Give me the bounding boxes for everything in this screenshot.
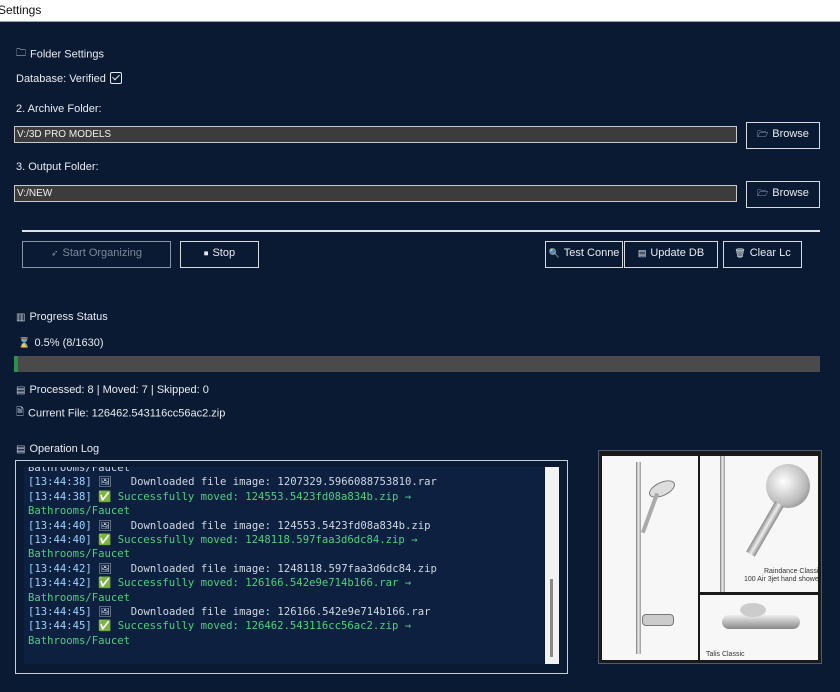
preview-panel-shower: Raindance Classi 100 Air 3jet hand showe [700, 456, 819, 592]
log-message: ✅ Successfully moved: 126462.543116cc56a… [91, 620, 412, 633]
log-lines: Bathrooms/Faucet [13:44:38] 🖼 Downloaded … [28, 467, 437, 648]
stop-button[interactable]: ⏹ Stop [180, 241, 259, 268]
folder-open-icon: 🗁 [757, 129, 769, 139]
log-line: [13:44:42] 🖼 Downloaded file image: 1248… [28, 562, 437, 576]
progress-percent: ⌛ 0.5% (8/1630) [18, 337, 104, 349]
operation-log-text[interactable]: Bathrooms/Faucet [13:44:38] 🖼 Downloaded … [24, 467, 544, 664]
title-bar: Settings [0, 0, 840, 22]
log-message: Bathrooms/Faucet [28, 634, 131, 647]
log-scrollbar-thumb[interactable] [550, 579, 553, 657]
operation-log-panel: Bathrooms/Faucet [13:44:38] 🖼 Downloaded … [15, 460, 568, 674]
stats-icon: ▤ [16, 384, 26, 396]
log-message: 🖼 Downloaded file image: 1248118.597faa3… [91, 562, 437, 575]
log-line: [13:44:40] ✅ Successfully moved: 1248118… [28, 533, 437, 547]
log-line: Bathrooms/Faucet [28, 634, 437, 648]
preview-caption-2: 100 Air 3jet hand showe [744, 576, 819, 583]
log-message: Bathrooms/Faucet [28, 467, 131, 474]
log-line: Bathrooms/Faucet [28, 591, 437, 605]
preview-caption-1: Raindance Classi [764, 568, 819, 575]
preview-caption-3: Talis Classic [706, 651, 745, 658]
log-line: [13:44:42] ✅ Successfully moved: 126166.… [28, 576, 437, 590]
separator [22, 230, 820, 232]
output-browse-button[interactable]: 🗁 Browse [746, 181, 820, 208]
hourglass-icon: ⌛ [18, 337, 31, 349]
progress-bar-fill [14, 356, 19, 372]
progress-counts: ▤ Processed: 8 | Moved: 7 | Skipped: 0 [16, 384, 209, 396]
log-message: ✅ Successfully moved: 126166.542e9e714b1… [91, 577, 412, 590]
log-message: Bathrooms/Faucet [28, 548, 131, 561]
log-message: Bathrooms/Faucet [28, 591, 131, 604]
log-line: [13:44:40] 🖼 Downloaded file image: 1245… [28, 519, 437, 533]
current-file: 🗎 Current File: 126462.543116cc56ac2.zip [16, 405, 225, 422]
log-message: 🖼 Downloaded file image: 126166.542e9e71… [91, 606, 431, 619]
log-timestamp: [13:44:42] [28, 577, 92, 590]
operation-log-heading: ▤ Operation Log [16, 443, 100, 455]
log-message: ✅ Successfully moved: 1248118.597faa3d6d… [91, 534, 418, 547]
log-line: [13:44:38] 🖼 Downloaded file image: 1207… [28, 475, 437, 489]
progress-status-heading: ▥ Progress Status [16, 311, 108, 323]
log-line: [13:44:38] ✅ Successfully moved: 124553.… [28, 490, 437, 504]
rocket-icon: ➶ [50, 248, 59, 258]
window-title: Settings [0, 3, 42, 17]
log-timestamp: [13:44:42] [28, 562, 92, 575]
start-organizing-button[interactable]: ➶ Start Organizing [22, 241, 171, 268]
update-db-button[interactable]: ▤ Update DB [624, 241, 718, 268]
log-line: Bathrooms/Faucet [28, 467, 437, 475]
log-timestamp: [13:44:45] [28, 606, 92, 619]
archive-folder-label: 2. Archive Folder: [16, 103, 102, 115]
folder-settings-heading: 🗀 Folder Settings [16, 46, 104, 63]
log-timestamp: [13:44:40] [28, 519, 92, 532]
log-line: [13:44:45] ✅ Successfully moved: 126462.… [28, 619, 437, 633]
magnifier-icon: 🔍 [548, 248, 560, 258]
log-message: Bathrooms/Faucet [28, 505, 131, 518]
output-folder-input[interactable]: V:/NEW [14, 185, 737, 202]
log-line: Bathrooms/Faucet [28, 504, 437, 518]
folder-open-icon: 🗁 [757, 188, 769, 198]
file-icon: 🗎 [16, 407, 25, 418]
log-line: [13:44:45] 🖼 Downloaded file image: 1261… [28, 605, 437, 619]
log-icon: ▤ [16, 443, 26, 455]
database-verified-checkbox[interactable] [109, 72, 122, 84]
progress-bar [14, 356, 820, 372]
folder-icon: 🗀 [16, 48, 26, 59]
log-message: ✅ Successfully moved: 124553.5423fd08a83… [91, 490, 412, 503]
archive-browse-button[interactable]: 🗁 Browse [746, 122, 820, 149]
log-timestamp: [13:44:40] [28, 534, 92, 547]
preview-panel-faucet: Talis Classic [700, 595, 818, 660]
database-icon: ▤ [637, 248, 647, 258]
log-scrollbar[interactable] [545, 467, 559, 664]
preview-panel-left [602, 456, 698, 660]
log-timestamp: [13:44:38] [28, 476, 92, 489]
database-status: Database: Verified [16, 72, 122, 85]
log-timestamp: [13:44:38] [28, 490, 92, 503]
chart-icon: ▥ [16, 311, 26, 323]
trash-icon: 🗑 [734, 248, 746, 258]
clear-log-button[interactable]: 🗑 Clear Lc [723, 241, 802, 268]
log-message: 🖼 Downloaded file image: 1207329.5966088… [91, 476, 437, 489]
product-preview-image: Raindance Classi 100 Air 3jet hand showe… [598, 450, 822, 664]
stop-icon: ⏹ [203, 248, 209, 258]
log-timestamp: [13:44:45] [28, 620, 92, 633]
archive-folder-input[interactable]: V:/3D PRO MODELS [14, 126, 737, 143]
log-message: 🖼 Downloaded file image: 124553.5423fd08… [91, 519, 431, 532]
test-connection-button[interactable]: 🔍 Test Conne [545, 241, 623, 268]
log-line: Bathrooms/Faucet [28, 547, 437, 561]
output-folder-label: 3. Output Folder: [16, 161, 99, 173]
